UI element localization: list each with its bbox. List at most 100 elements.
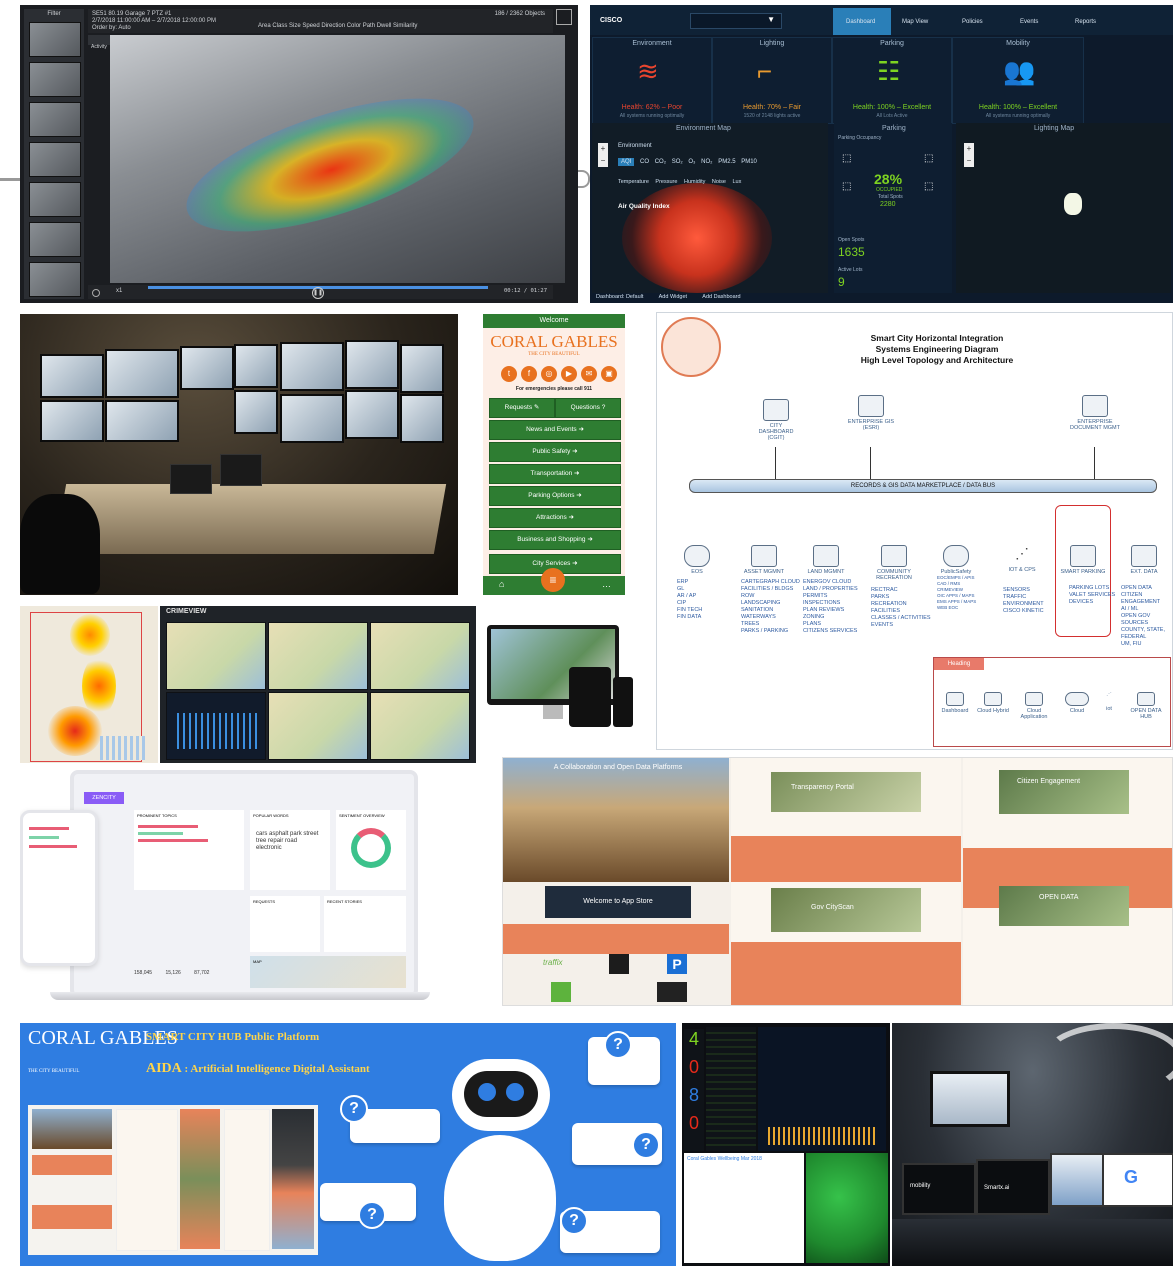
menu-business-shopping[interactable]: Business and Shopping ➜ bbox=[489, 530, 621, 550]
ops-map[interactable] bbox=[758, 1027, 886, 1151]
tab-reports[interactable]: Reports bbox=[1075, 19, 1096, 25]
parking-widget[interactable]: Parking Parking Occupancy ⬚ ⬚ ⬚ ⬚ 28% OC… bbox=[834, 123, 952, 293]
twitter-icon[interactable]: t bbox=[501, 366, 517, 382]
open-data-banner[interactable]: OPEN DATA bbox=[999, 886, 1129, 926]
transparency-banner[interactable]: Transparency Portal bbox=[771, 772, 921, 812]
camera-thumbnail[interactable] bbox=[29, 142, 81, 177]
stories-card[interactable]: RECENT STORIES bbox=[324, 896, 406, 952]
camera-thumbnail[interactable] bbox=[29, 222, 81, 257]
more-icon[interactable]: … bbox=[602, 579, 611, 589]
youtube-icon[interactable]: ▶ bbox=[561, 366, 577, 382]
app-store-banner[interactable]: Welcome to App Store bbox=[545, 886, 691, 918]
crime-heatmap[interactable] bbox=[20, 606, 158, 763]
requests-button[interactable]: Requests ✎ bbox=[489, 398, 555, 418]
camera-thumbnail[interactable] bbox=[29, 182, 81, 217]
environment-map[interactable]: Environment Map Environment + − AQI CO CO… bbox=[592, 123, 828, 293]
question-icon[interactable]: ? bbox=[340, 1095, 368, 1123]
zoom-control[interactable]: + − bbox=[964, 143, 974, 167]
menu-public-safety[interactable]: Public Safety ➜ bbox=[489, 442, 621, 462]
pollutant-o3[interactable]: O₃ bbox=[688, 159, 695, 165]
home-icon[interactable]: ⌂ bbox=[499, 579, 504, 589]
weather-temperature[interactable]: Temperature bbox=[618, 179, 649, 185]
app-tile[interactable] bbox=[609, 954, 629, 974]
collaboration-hero[interactable]: A Collaboration and Open Data Platforms bbox=[503, 758, 729, 882]
add-dashboard-button[interactable]: Add Dashboard bbox=[702, 294, 740, 300]
menu-transportation[interactable]: Transportation ➜ bbox=[489, 464, 621, 484]
citizen-engagement-banner[interactable]: Citizen Engagement bbox=[999, 770, 1129, 814]
lighting-card[interactable]: Lighting ⌐ Health: 70% – Fair 1520 of 21… bbox=[712, 37, 832, 124]
pollutant-co2[interactable]: CO₂ bbox=[655, 159, 666, 165]
question-icon[interactable]: ? bbox=[604, 1031, 632, 1059]
camera-thumbnail[interactable] bbox=[29, 62, 81, 97]
crime-trend-chart[interactable] bbox=[166, 692, 266, 760]
video-icon[interactable]: ▣ bbox=[601, 366, 617, 382]
platform-collage[interactable] bbox=[28, 1105, 318, 1255]
pause-icon[interactable]: ❚❚ bbox=[312, 287, 324, 299]
tab-policies[interactable]: Policies bbox=[962, 19, 983, 25]
sentiment-card[interactable]: SENTIMENT OVERVIEW bbox=[336, 810, 406, 890]
topics-card[interactable]: PROMINENT TOPICS bbox=[134, 810, 244, 890]
video-order-filter[interactable]: Order by: Auto bbox=[92, 25, 131, 31]
crime-map-tile[interactable] bbox=[166, 622, 266, 690]
video-filter-tabs[interactable]: Area Class Size Speed Direction Color Pa… bbox=[258, 23, 417, 29]
weather-humidity[interactable]: Humidity bbox=[684, 179, 705, 185]
instagram-icon[interactable]: ◎ bbox=[541, 366, 557, 382]
default-dashboard-select[interactable]: Dashboard: Default bbox=[596, 294, 643, 300]
playback-speed[interactable]: x1 bbox=[116, 288, 122, 294]
gov-cityscan-banner[interactable]: Gov CityScan bbox=[771, 888, 921, 932]
camera-thumbnail-strip[interactable]: Filter bbox=[24, 9, 84, 299]
weather-radar[interactable] bbox=[806, 1153, 888, 1263]
add-widget-button[interactable]: Add Widget bbox=[659, 294, 687, 300]
pollutant-aqi[interactable]: AQI bbox=[618, 158, 635, 166]
parking-card[interactable]: Parking ☷ Health: 100% – Excellent All L… bbox=[832, 37, 952, 124]
map-card[interactable]: MAP bbox=[250, 956, 406, 988]
weather-noise[interactable]: Noise bbox=[712, 179, 726, 185]
city-select[interactable]: ▼ bbox=[690, 13, 782, 29]
menu-parking-options[interactable]: Parking Options ➜ bbox=[489, 486, 621, 506]
tab-events[interactable]: Events bbox=[1020, 19, 1038, 25]
questions-button[interactable]: Questions ? bbox=[555, 398, 621, 418]
pollutant-pm10[interactable]: PM10 bbox=[741, 159, 757, 165]
zoom-control[interactable]: + − bbox=[598, 143, 608, 167]
tab-map-view[interactable]: Map View bbox=[902, 19, 928, 25]
parking-app-icon[interactable]: P bbox=[667, 954, 687, 974]
menu-attractions[interactable]: Attractions ➜ bbox=[489, 508, 621, 528]
event-list[interactable] bbox=[706, 1027, 756, 1151]
menu-news-events[interactable]: News and Events ➜ bbox=[489, 420, 621, 440]
camera-thumbnail[interactable] bbox=[29, 102, 81, 137]
lighting-map[interactable]: Lighting Map + − bbox=[956, 123, 1171, 293]
crime-map-tile[interactable] bbox=[268, 692, 368, 760]
grid-app-icon[interactable] bbox=[551, 982, 571, 1002]
crime-map-tile[interactable] bbox=[370, 692, 470, 760]
pollutant-co[interactable]: CO bbox=[640, 159, 649, 165]
camera-thumbnail[interactable] bbox=[29, 22, 81, 57]
words-card[interactable]: POPULAR WORDS cars asphalt park street t… bbox=[250, 810, 330, 890]
question-icon[interactable]: ? bbox=[632, 1131, 660, 1159]
menu-icon[interactable]: ≡ bbox=[541, 568, 565, 592]
light-cluster-marker[interactable] bbox=[1064, 193, 1082, 215]
weather-pressure[interactable]: Pressure bbox=[655, 179, 677, 185]
question-icon[interactable]: ? bbox=[358, 1201, 386, 1229]
fullscreen-icon[interactable] bbox=[556, 9, 572, 25]
app-tile[interactable] bbox=[657, 982, 687, 1002]
pollutant-buttons[interactable]: AQI CO CO₂ SO₂ O₃ NO₂ PM2.5 PM10 bbox=[618, 158, 757, 166]
mobility-card[interactable]: Mobility 👥 Health: 100% – Excellent All … bbox=[952, 37, 1084, 124]
settings-icon[interactable] bbox=[92, 289, 100, 297]
pollutant-pm25[interactable]: PM2.5 bbox=[718, 159, 735, 165]
email-icon[interactable]: ✉ bbox=[581, 366, 597, 382]
traffix-app[interactable]: traffix bbox=[543, 958, 563, 967]
environment-card[interactable]: Environment ≋ Health: 62% – Poor All sys… bbox=[592, 37, 712, 124]
environment-select[interactable]: Environment bbox=[618, 143, 652, 149]
weather-buttons[interactable]: Temperature Pressure Humidity Noise Lux bbox=[618, 179, 741, 185]
question-icon[interactable]: ? bbox=[560, 1207, 588, 1235]
crime-map-tile[interactable] bbox=[268, 622, 368, 690]
crime-map-tile[interactable] bbox=[370, 622, 470, 690]
tab-dashboard[interactable]: Dashboard bbox=[846, 19, 875, 25]
requests-card[interactable]: REQUESTS bbox=[250, 896, 320, 952]
weather-lux[interactable]: Lux bbox=[733, 179, 742, 185]
pollutant-so2[interactable]: SO₂ bbox=[672, 159, 683, 165]
camera-thumbnail[interactable] bbox=[29, 262, 81, 297]
facebook-icon[interactable]: f bbox=[521, 366, 537, 382]
report-page[interactable]: Coral Gables Wellbeing Mar 2018 bbox=[684, 1153, 804, 1263]
pollutant-no2[interactable]: NO₂ bbox=[701, 159, 712, 165]
